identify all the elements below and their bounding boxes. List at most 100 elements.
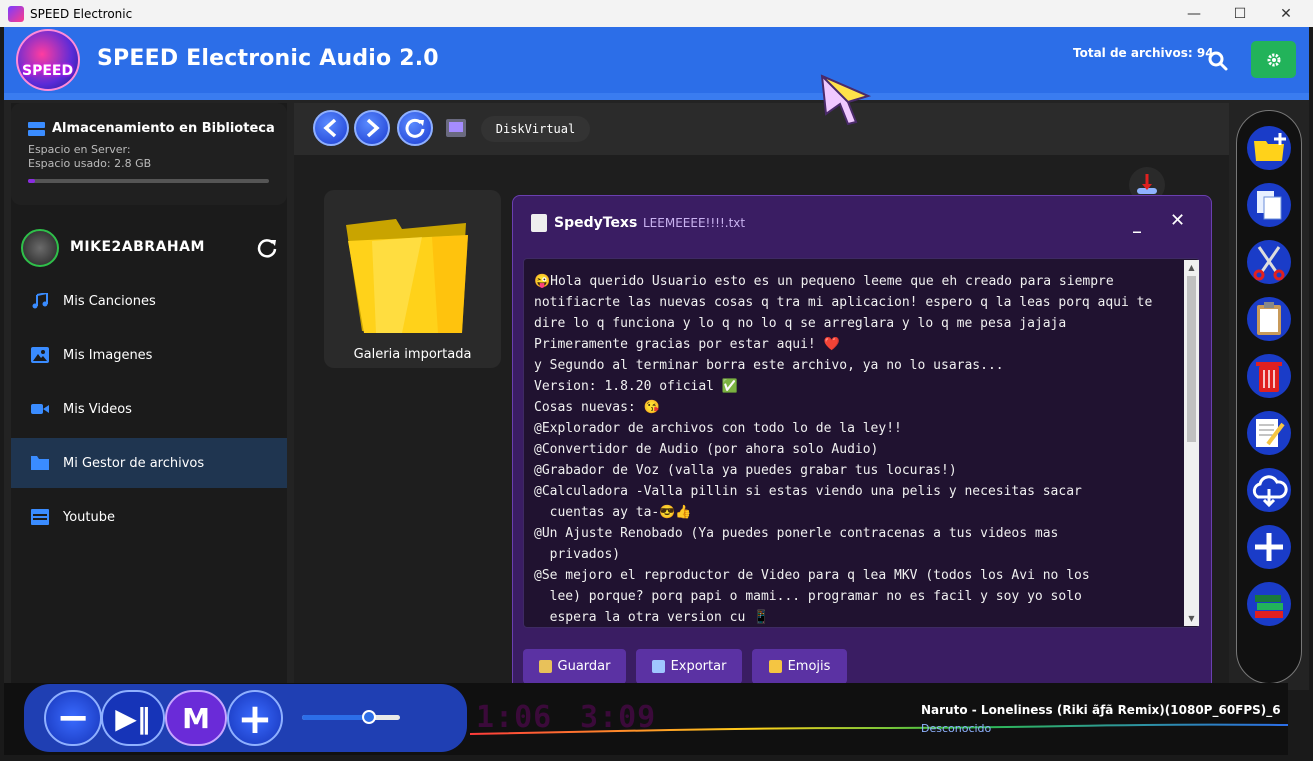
- search-icon[interactable]: [1206, 49, 1230, 73]
- editor-textarea[interactable]: 😜Hola querido Usuario esto es un pequeno…: [523, 258, 1200, 628]
- play-pause-button[interactable]: ▶‖: [101, 690, 165, 746]
- sidebar-item-videos[interactable]: Mis Videos: [11, 384, 287, 434]
- minimize-window-button[interactable]: —: [1171, 0, 1217, 27]
- plus-icon: +: [237, 693, 273, 743]
- folder-icon: [31, 456, 49, 470]
- chevron-left-icon: [323, 118, 337, 138]
- server-space-label: Espacio en Server:: [28, 143, 131, 156]
- total-time: 3:09: [580, 700, 657, 735]
- emojis-label: Emojis: [787, 659, 831, 674]
- cut-button[interactable]: [1244, 237, 1294, 287]
- mode-icon: M: [182, 701, 210, 735]
- folder-icon: [346, 219, 468, 333]
- music-note-icon: [32, 293, 48, 309]
- refresh-icon: [405, 118, 425, 138]
- sidebar-item-label: Youtube: [63, 509, 115, 525]
- copy-icon: [1247, 183, 1291, 227]
- file-count: Total de archivos: 94: [1073, 46, 1214, 60]
- new-folder-icon: [1247, 126, 1291, 170]
- add-icon: [1247, 525, 1291, 569]
- cloud-download-button[interactable]: [1244, 465, 1294, 515]
- song-title: Naruto - Loneliness (Riki ãƒã Remix)(108…: [921, 703, 1281, 717]
- sidebar-item-label: Mi Gestor de archivos: [63, 455, 205, 471]
- scroll-down-arrow[interactable]: ▼: [1184, 611, 1199, 626]
- used-space-label: Espacio usado: 2.8 GB: [28, 157, 152, 170]
- logo-text: SPEED: [22, 63, 74, 79]
- notepad-icon: [531, 214, 547, 232]
- path-chip[interactable]: DiskVirtual: [481, 116, 590, 142]
- back-button[interactable]: [313, 110, 349, 146]
- storage-title: Almacenamiento en Biblioteca: [52, 121, 275, 136]
- editor-header: SpedyTexs LEEMEEEE!!!!.txt _ ✕: [513, 196, 1211, 250]
- library-button[interactable]: [1244, 579, 1294, 629]
- storage-usage-bar: [28, 179, 269, 183]
- scroll-up-arrow[interactable]: ▲: [1184, 260, 1199, 275]
- sidebar-item-file-manager[interactable]: Mi Gestor de archivos: [11, 438, 287, 488]
- library-books-icon: [1247, 582, 1291, 626]
- delete-button[interactable]: [1244, 351, 1294, 401]
- username: MIKE2ABRAHAM: [70, 239, 205, 255]
- editor-close-button[interactable]: ✕: [1170, 210, 1185, 231]
- app-icon: [8, 5, 24, 22]
- save-button[interactable]: Guardar: [523, 649, 626, 684]
- sidebar-item-label: Mis Canciones: [63, 293, 156, 309]
- editor-minimize-button[interactable]: _: [1133, 214, 1141, 233]
- sidebar-item-songs[interactable]: Mis Canciones: [11, 276, 287, 326]
- youtube-icon: [31, 509, 49, 525]
- save-icon: [538, 660, 552, 673]
- editor-text-content: 😜Hola querido Usuario esto es un pequeno…: [534, 274, 1153, 625]
- storage-card: Almacenamiento en Biblioteca Espacio en …: [11, 103, 287, 205]
- new-folder-button[interactable]: [1244, 123, 1294, 173]
- volume-slider[interactable]: [302, 710, 400, 724]
- user-profile: MIKE2ABRAHAM: [11, 222, 287, 272]
- app-title: SPEED Electronic Audio 2.0: [97, 46, 439, 71]
- header-underline: [4, 93, 1309, 100]
- refresh-icon[interactable]: [256, 237, 278, 259]
- scroll-thumb[interactable]: [1187, 276, 1196, 442]
- export-button[interactable]: Exportar: [636, 649, 742, 684]
- close-window-button[interactable]: ✕: [1263, 0, 1309, 27]
- image-icon: [31, 347, 49, 363]
- delete-icon: [1247, 354, 1291, 398]
- volume-fill: [302, 715, 369, 720]
- folder-label: Galeria importada: [353, 347, 472, 362]
- server-icon: [28, 122, 45, 136]
- drive-icon[interactable]: [445, 117, 467, 139]
- edit-icon: [1247, 411, 1291, 455]
- play-pause-icon: ▶‖: [115, 701, 151, 735]
- volume-knob[interactable]: [361, 710, 376, 724]
- volume-down-button[interactable]: −: [44, 690, 102, 746]
- paste-icon: [1247, 297, 1291, 341]
- window-titlebar: SPEED Electronic — ☐ ✕: [0, 0, 1313, 27]
- save-label: Guardar: [557, 659, 611, 674]
- song-artist: Desconocido: [921, 722, 992, 735]
- forward-button[interactable]: [354, 110, 390, 146]
- elapsed-time: 1:06: [476, 700, 553, 735]
- mode-button[interactable]: M: [165, 690, 227, 746]
- sidebar-item-label: Mis Imagenes: [63, 347, 153, 363]
- cloud-download-icon: [1247, 468, 1291, 512]
- reload-button[interactable]: [397, 110, 433, 146]
- add-button[interactable]: [1244, 522, 1294, 572]
- emoji-icon: [768, 660, 782, 673]
- maximize-window-button[interactable]: ☐: [1217, 0, 1263, 27]
- sidebar-item-label: Mis Videos: [63, 401, 132, 417]
- sidebar-item-youtube[interactable]: Youtube: [11, 492, 287, 542]
- export-label: Exportar: [670, 659, 727, 674]
- avatar[interactable]: [21, 229, 59, 267]
- export-icon: [651, 660, 665, 673]
- chevron-right-icon: [366, 118, 380, 138]
- sidebar-item-images[interactable]: Mis Imagenes: [11, 330, 287, 380]
- paste-button[interactable]: [1244, 294, 1294, 344]
- mouse-cursor-icon: [820, 74, 871, 126]
- emojis-button[interactable]: Emojis: [752, 649, 847, 684]
- settings-button[interactable]: [1251, 41, 1296, 78]
- app-header: SPEED SPEED Electronic Audio 2.0 Total d…: [4, 27, 1309, 93]
- folder-tile[interactable]: Galeria importada: [324, 190, 501, 368]
- window-title: SPEED Electronic: [30, 6, 133, 21]
- editor-scrollbar[interactable]: ▲ ▼: [1184, 260, 1199, 626]
- edit-button[interactable]: [1244, 408, 1294, 458]
- copy-button[interactable]: [1244, 180, 1294, 230]
- editor-app-name: SpedyTexs: [554, 215, 638, 231]
- volume-up-button[interactable]: +: [227, 690, 283, 746]
